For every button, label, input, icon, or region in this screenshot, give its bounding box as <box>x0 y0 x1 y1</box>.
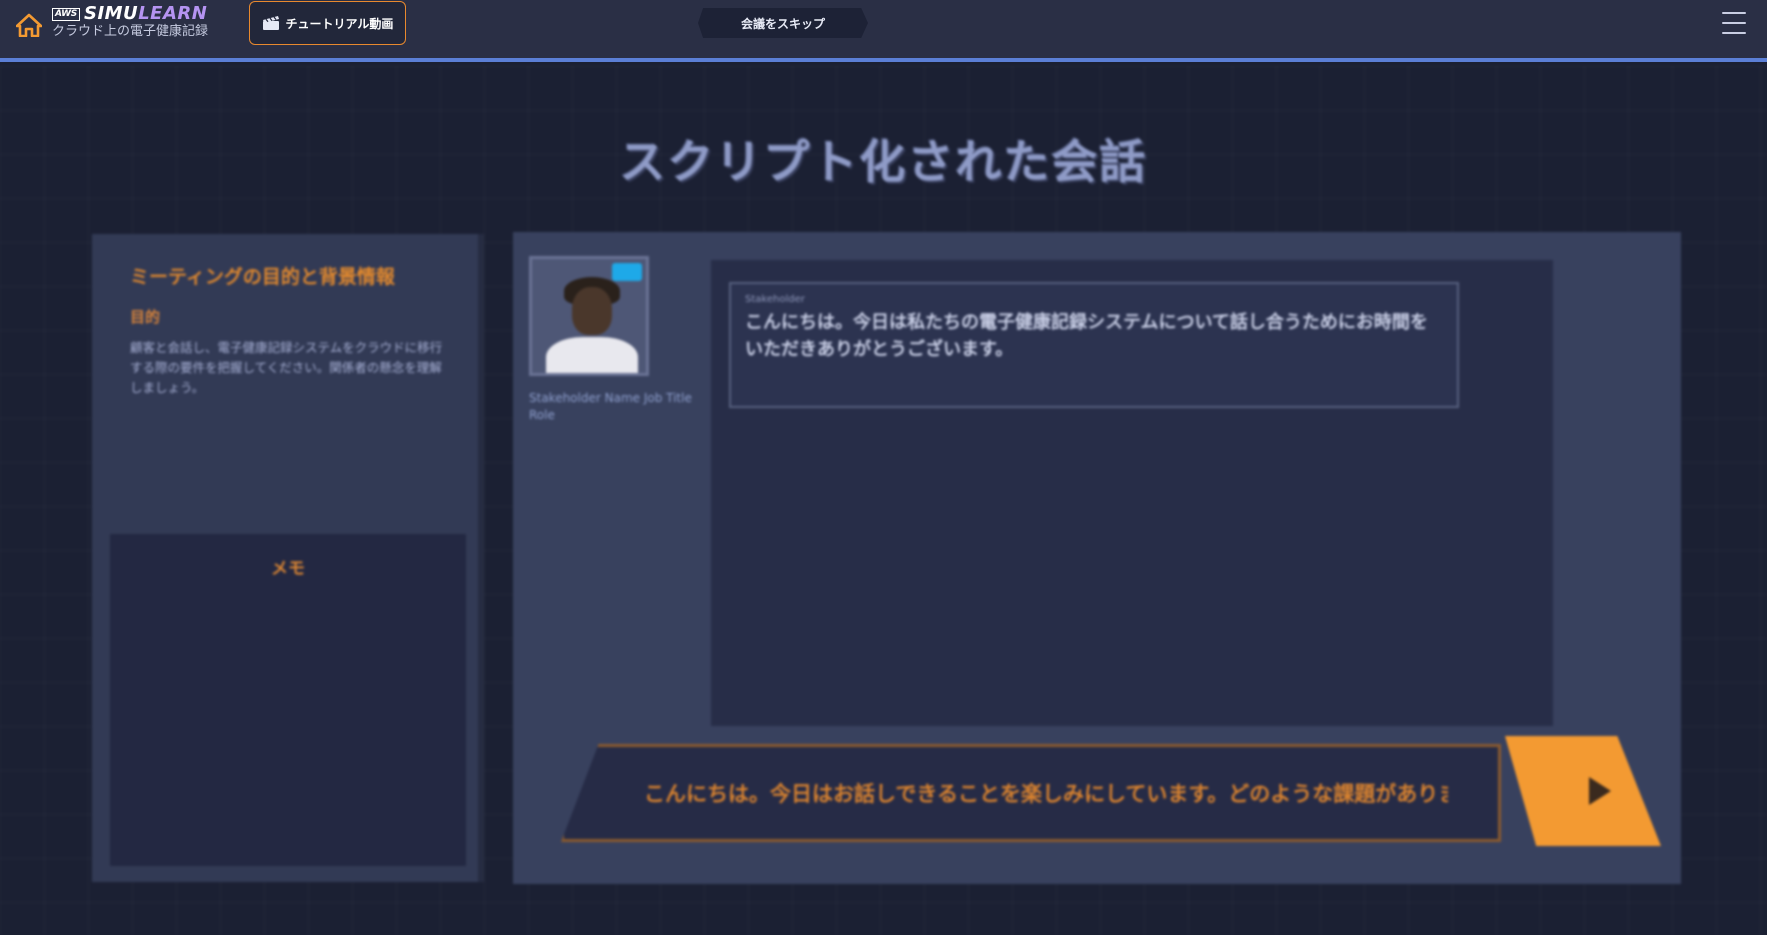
chat-transcript-area: Stakeholder こんにちは。今日は私たちの電子健康記録システムについて話… <box>711 260 1553 726</box>
simulation-stage: スクリプト化された会話 ミーティングの目的と背景情報 目的 顧客と会話し、電子健… <box>0 66 1767 935</box>
skip-meeting-button[interactable]: 会議をスキップ <box>698 8 868 38</box>
brand-subtitle: クラウド上の電子健康記録 <box>52 24 209 39</box>
brand-name: SIMULEARN <box>83 3 208 24</box>
skip-meeting-label: 会議をスキップ <box>740 16 825 31</box>
tutorial-video-button[interactable]: チュートリアル動画 <box>249 1 406 45</box>
scenario-description: 顧客と会話し、電子健康記録システムをクラウドに移行する際の要件を把握してください… <box>130 340 443 395</box>
play-arrow-icon <box>1589 777 1611 805</box>
notes-title: メモ <box>271 559 305 579</box>
scenario-panel: ミーティングの目的と背景情報 目的 顧客と会話し、電子健康記録システムをクラウド… <box>92 234 484 882</box>
page-title: スクリプト化された会話 <box>619 135 1148 189</box>
conversation-panel: Stakeholder Name Job Title Role Stakehol… <box>513 232 1681 884</box>
top-navigation-bar: AWS SIMULEARN クラウド上の電子健康記録 チュートリアル動画 会議を… <box>0 0 1767 62</box>
notes-box[interactable]: メモ <box>110 534 466 866</box>
stakeholder-avatar <box>529 256 649 376</box>
home-icon <box>16 13 42 37</box>
home-button[interactable] <box>14 10 44 40</box>
avatar-status-badge <box>612 263 642 281</box>
chat-bubble-text: こんにちは。今日は私たちの電子健康記録システムについて話し合うためにお時間をいた… <box>745 312 1428 360</box>
response-option-text: こんにちは。今日はお話しできることを楽しみにしています。どのような課題があります… <box>644 782 1448 806</box>
hamburger-menu-button[interactable] <box>1722 12 1746 34</box>
scenario-objective-label: 目的 <box>130 308 161 326</box>
clapperboard-icon <box>262 16 279 30</box>
tutorial-video-label: チュートリアル動画 <box>285 16 394 31</box>
aws-badge: AWS <box>52 7 80 21</box>
brand-logo: AWS SIMULEARN クラウド上の電子健康記録 <box>52 4 232 44</box>
chat-bubble: Stakeholder こんにちは。今日は私たちの電子健康記録システムについて話… <box>729 282 1459 408</box>
scenario-heading: ミーティングの目的と背景情報 <box>130 266 395 288</box>
chat-bubble-speaker: Stakeholder <box>745 294 805 305</box>
send-response-button[interactable] <box>1505 736 1661 846</box>
speaker-name: Stakeholder Name Job Title Role <box>529 391 692 422</box>
response-option-button[interactable]: こんにちは。今日はお話しできることを楽しみにしています。どのような課題があります… <box>561 744 1501 842</box>
hamburger-menu-icon <box>1722 12 1746 14</box>
